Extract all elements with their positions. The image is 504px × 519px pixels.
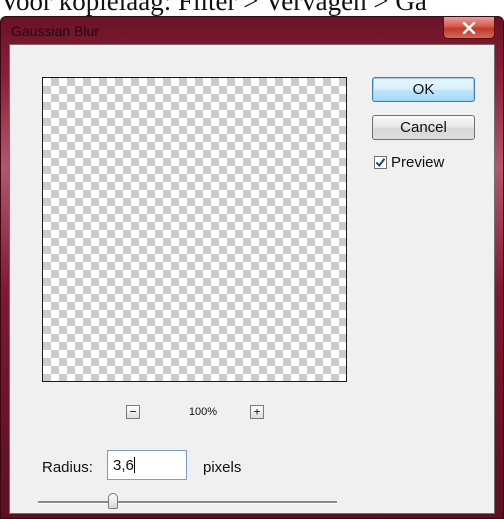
radius-input[interactable]: 3,6 bbox=[107, 450, 187, 480]
radius-value: 3,6 bbox=[113, 457, 134, 474]
preview-canvas[interactable] bbox=[42, 77, 347, 382]
cancel-button[interactable]: Cancel bbox=[372, 115, 475, 140]
preview-toggle[interactable]: Preview bbox=[374, 154, 444, 171]
zoom-controls: − 100% + bbox=[126, 405, 286, 423]
dialog-body: OK Cancel Preview − 100% + Radius: 3,6 p… bbox=[9, 44, 495, 514]
title-bar[interactable]: Gaussian Blur bbox=[1, 17, 503, 43]
radius-slider-track[interactable] bbox=[38, 501, 337, 504]
checkmark-icon bbox=[375, 158, 386, 168]
radius-units-label: pixels bbox=[203, 459, 242, 476]
close-button[interactable] bbox=[443, 17, 495, 39]
preview-checkbox[interactable] bbox=[374, 156, 387, 169]
ok-button[interactable]: OK bbox=[372, 77, 475, 102]
preview-label: Preview bbox=[391, 154, 445, 171]
close-icon bbox=[462, 21, 476, 34]
background-document-text: Voor kopielaag: Filter > Vervagen > Ga bbox=[0, 0, 427, 16]
zoom-out-button[interactable]: − bbox=[126, 405, 140, 419]
radius-label: Radius: bbox=[42, 459, 93, 476]
zoom-level: 100% bbox=[188, 406, 218, 418]
zoom-in-button[interactable]: + bbox=[250, 405, 264, 419]
radius-slider-thumb[interactable] bbox=[107, 493, 118, 509]
text-caret bbox=[133, 457, 135, 473]
dialog-title: Gaussian Blur bbox=[11, 23, 99, 39]
gaussian-blur-dialog: Gaussian Blur OK Cancel Preview − 100% +… bbox=[0, 16, 504, 519]
